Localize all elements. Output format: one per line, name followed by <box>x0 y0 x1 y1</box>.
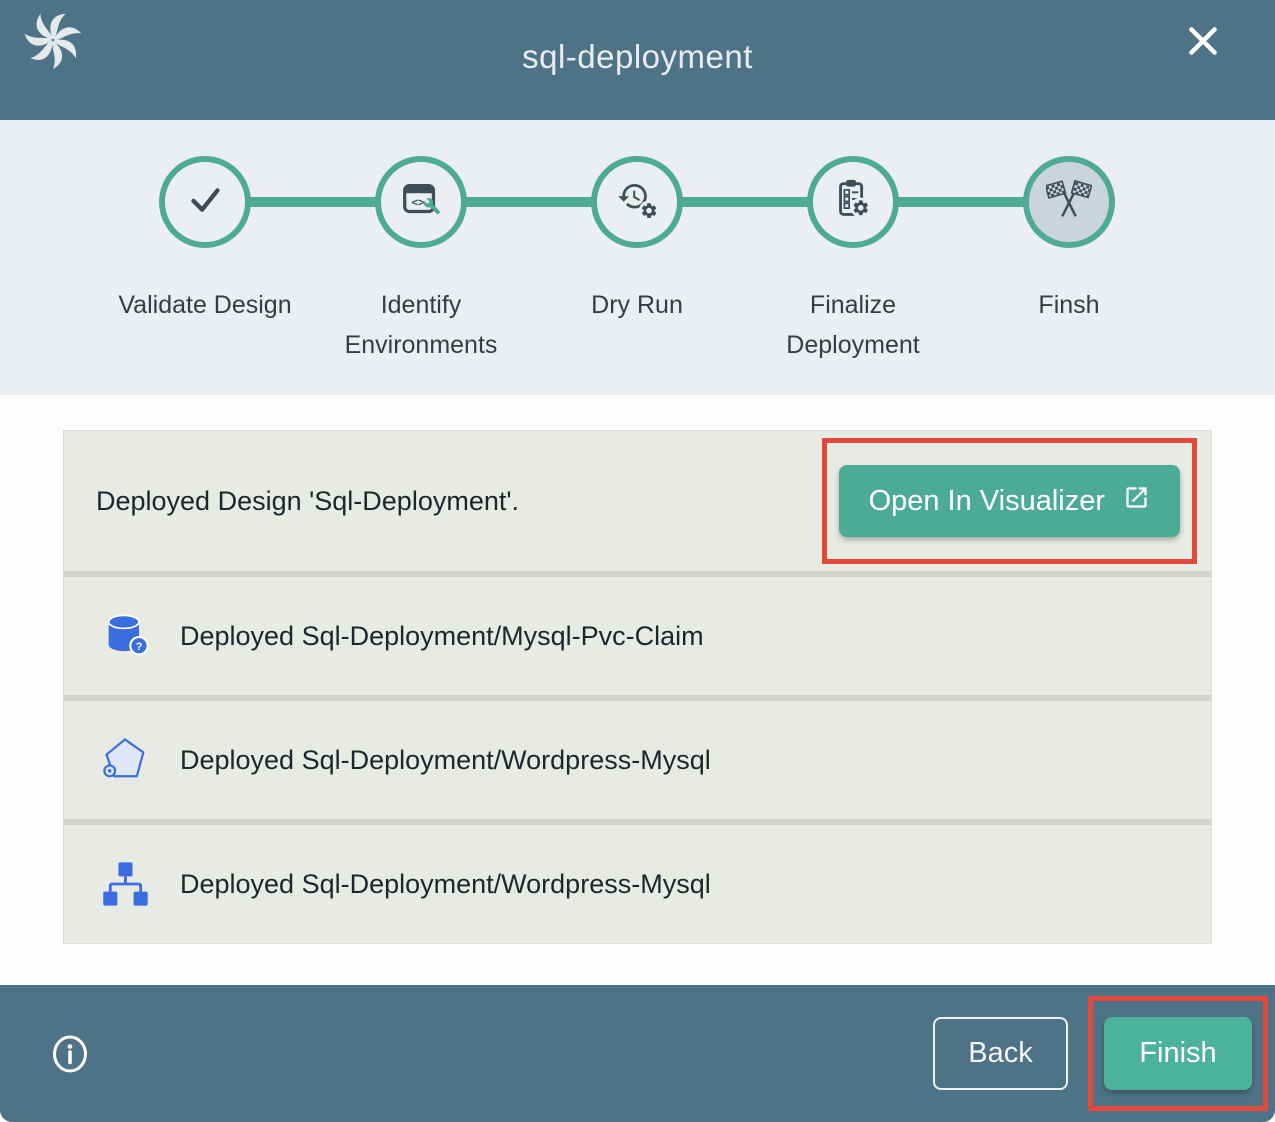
checklist-gear-icon <box>830 177 876 228</box>
open-in-visualizer-label: Open In Visualizer <box>869 485 1105 518</box>
step-dry-run-circle[interactable] <box>591 156 683 248</box>
back-button[interactable]: Back <box>933 1017 1068 1090</box>
pentagon-service-icon <box>100 734 152 786</box>
result-row-deployment: Deployed Sql-Deployment/Wordpress-Mysql <box>64 825 1211 943</box>
open-in-visualizer-button[interactable]: Open In Visualizer <box>839 465 1180 537</box>
highlight-box-finish: Finish <box>1088 996 1268 1111</box>
info-icon[interactable] <box>50 1033 90 1075</box>
result-text: Deployed Sql-Deployment/Wordpress-Mysql <box>180 745 711 776</box>
topology-deployment-icon <box>100 858 152 910</box>
result-text: Deployed Sql-Deployment/Wordpress-Mysql <box>180 869 711 900</box>
summary-text: Deployed Design 'Sql-Deployment'. <box>96 486 519 517</box>
deployment-wizard-modal: sql-deployment <> <box>0 0 1275 1122</box>
deployment-results: Deployed Design 'Sql-Deployment'. Open I… <box>0 395 1275 985</box>
step-dry-run-label: Dry Run <box>547 286 727 326</box>
close-icon[interactable] <box>1183 22 1223 62</box>
highlight-box-visualizer: Open In Visualizer <box>822 438 1197 564</box>
modal-title: sql-deployment <box>522 38 753 76</box>
modal-header: sql-deployment <box>0 0 1275 120</box>
meshery-logo-icon <box>24 11 82 69</box>
wizard-stepper: <> <box>0 120 1275 395</box>
open-in-new-icon <box>1123 484 1150 519</box>
result-row-service: Deployed Sql-Deployment/Wordpress-Mysql <box>64 701 1211 819</box>
pvc-database-icon: ? <box>100 610 152 662</box>
history-gear-icon <box>614 177 660 228</box>
modal-footer: Back Finish <box>0 985 1275 1122</box>
step-finsh-label: Finsh <box>979 286 1159 326</box>
step-finalize-deployment-circle[interactable] <box>807 156 899 248</box>
step-validate-design-label: Validate Design <box>115 286 295 326</box>
result-row-pvc: ? Deployed Sql-Deployment/Mysql-Pvc-Clai… <box>64 577 1211 695</box>
svg-text:<>: <> <box>411 194 425 208</box>
svg-text:?: ? <box>136 641 143 653</box>
result-text: Deployed Sql-Deployment/Mysql-Pvc-Claim <box>180 621 704 652</box>
step-identify-environments-circle[interactable]: <> <box>375 156 467 248</box>
step-identify-environments-label: Identify Environments <box>331 286 511 365</box>
check-icon <box>182 177 228 228</box>
finish-flags-icon <box>1046 177 1092 228</box>
step-finalize-deployment-label: Finalize Deployment <box>763 286 943 365</box>
step-validate-design-circle[interactable] <box>159 156 251 248</box>
summary-row: Deployed Design 'Sql-Deployment'. Open I… <box>64 431 1211 571</box>
results-card: Deployed Design 'Sql-Deployment'. Open I… <box>63 430 1212 944</box>
code-config-icon: <> <box>398 177 444 228</box>
step-finsh-circle[interactable] <box>1023 156 1115 248</box>
finish-button[interactable]: Finish <box>1104 1017 1252 1090</box>
